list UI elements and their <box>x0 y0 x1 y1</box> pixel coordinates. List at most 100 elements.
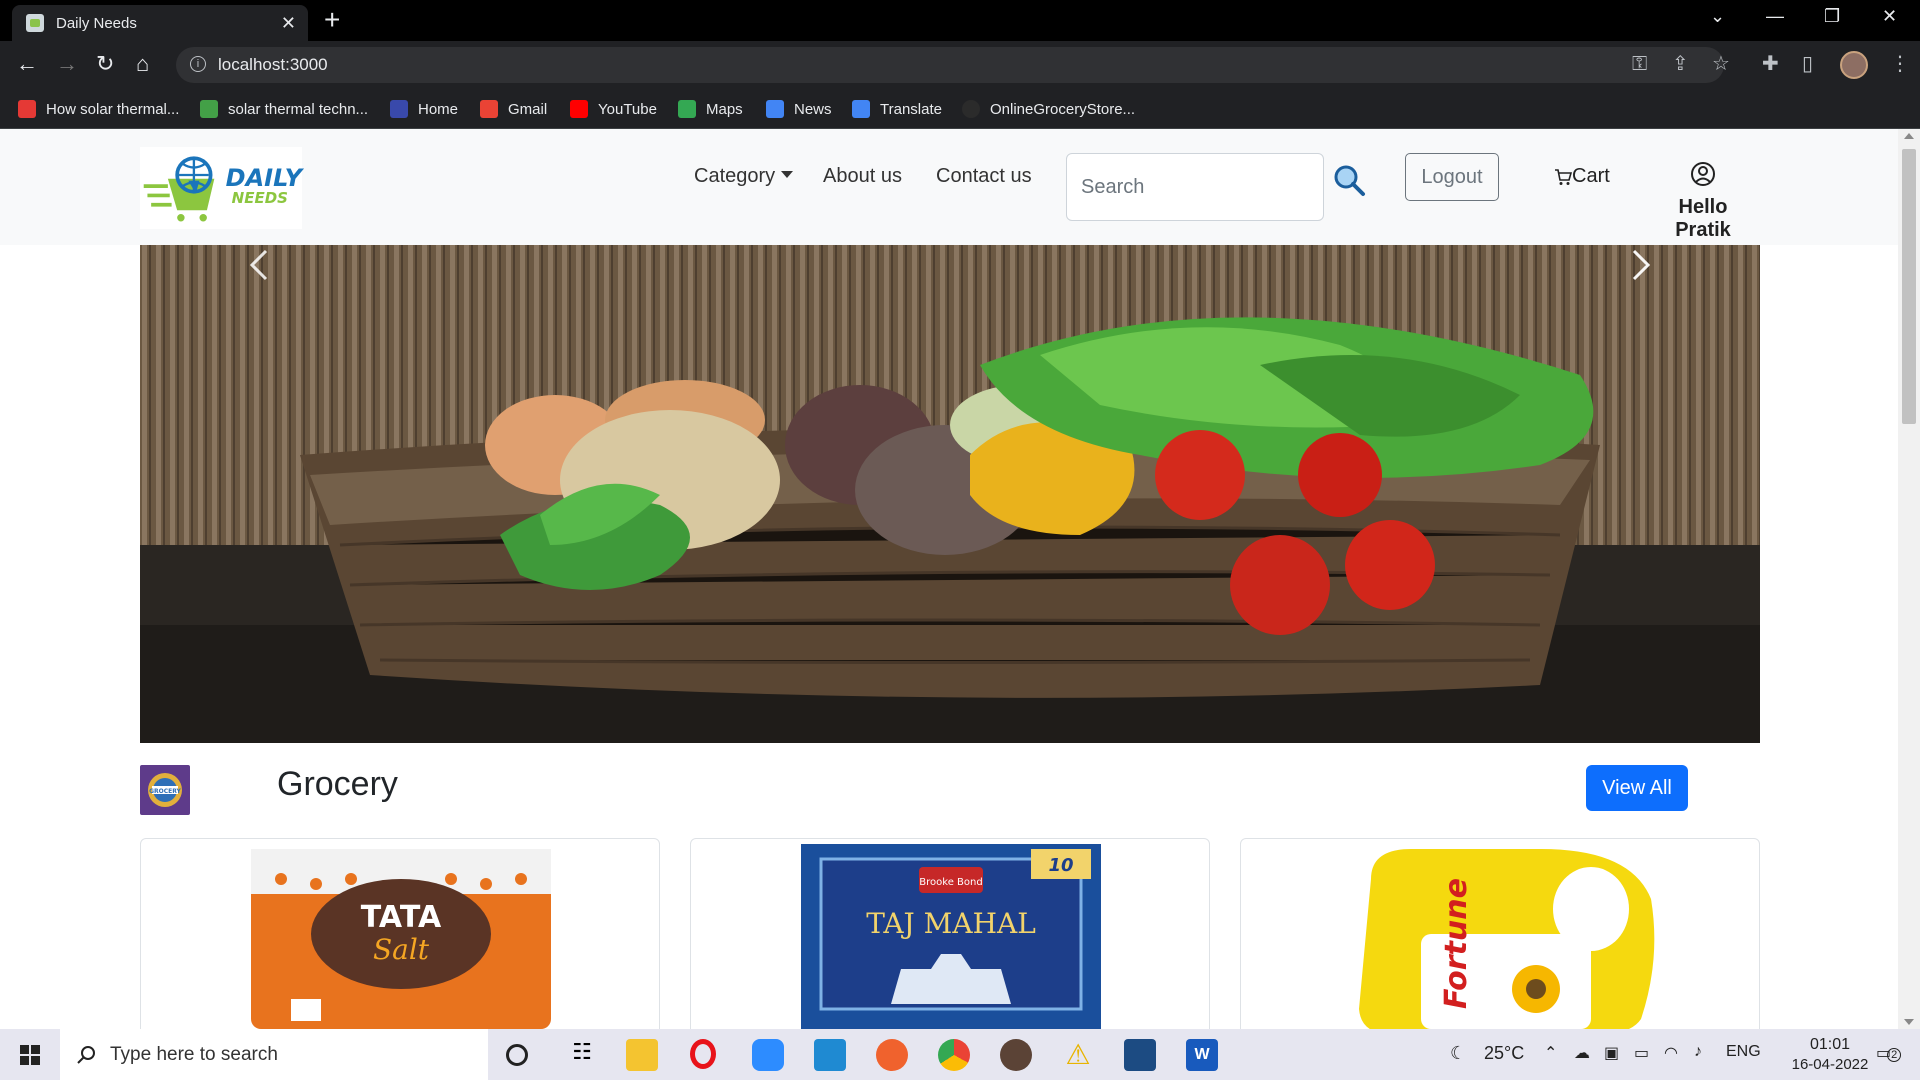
taskbar-search-box[interactable]: Type here to search <box>60 1029 488 1080</box>
zoom-icon[interactable] <box>752 1039 784 1071</box>
address-bar[interactable]: i localhost:3000 <box>176 47 1724 83</box>
home-icon[interactable]: ⌂ <box>136 53 149 75</box>
browser-tab[interactable]: Daily Needs ✕ <box>12 5 308 41</box>
clock[interactable]: 01:01 16-04-2022 <box>1790 1035 1870 1075</box>
display-icon[interactable]: ▣ <box>1604 1043 1619 1063</box>
search-icon <box>77 1046 95 1064</box>
cart-link[interactable]: Cart <box>1554 165 1610 188</box>
bookmark-item[interactable]: Translate <box>852 89 942 129</box>
bookmark-favicon-icon <box>200 100 218 118</box>
menu-kebab-icon[interactable]: ⋮ <box>1890 53 1910 75</box>
cart-label: Cart <box>1572 165 1610 187</box>
notifications-icon[interactable]: ▭2 <box>1876 1043 1902 1063</box>
nav-category-dropdown[interactable]: Category <box>694 165 794 188</box>
product-name: TAJ MAHAL <box>866 907 1036 940</box>
weather-temp[interactable]: 25°C <box>1484 1043 1524 1064</box>
notification-count: 2 <box>1887 1048 1902 1062</box>
key-icon[interactable]: ⚿ <box>1632 53 1647 75</box>
logo-wordmark: DAILY NEEDS <box>225 164 302 207</box>
volume-icon[interactable]: ♪ <box>1694 1043 1702 1061</box>
brave-icon[interactable] <box>876 1039 908 1071</box>
scroll-down-icon[interactable] <box>1904 1019 1914 1025</box>
share-icon[interactable]: ⇪ <box>1672 53 1689 75</box>
translate-icon <box>852 100 870 118</box>
new-tab-button[interactable]: + <box>324 6 340 34</box>
page-scrollbar[interactable] <box>1898 129 1920 1029</box>
mysql-workbench-icon[interactable] <box>1124 1039 1156 1071</box>
search-icon[interactable] <box>1332 163 1366 197</box>
onedrive-icon[interactable]: ☁ <box>1574 1043 1590 1063</box>
opera-icon[interactable] <box>690 1039 716 1069</box>
logout-button[interactable]: Logout <box>1405 153 1499 201</box>
bookmark-item[interactable]: Home <box>390 89 458 129</box>
site-navbar: DAILY NEEDS Category About us Contact us… <box>0 129 1898 245</box>
product-card[interactable]: 10 Brooke Bond TAJ MAHAL <box>690 838 1210 1029</box>
profile-avatar[interactable] <box>1840 51 1868 79</box>
back-icon[interactable]: ← <box>16 53 38 75</box>
warning-app-icon[interactable]: ⚠ <box>1062 1039 1094 1071</box>
hero-carousel <box>140 245 1760 743</box>
gmail-icon <box>480 100 498 118</box>
bookmark-item[interactable]: OnlineGroceryStore... <box>962 89 1135 129</box>
tray-chevron-icon[interactable]: ⌃ <box>1544 1043 1557 1063</box>
chrome-icon[interactable] <box>938 1039 970 1071</box>
tab-search-chevron-icon[interactable]: ⌄ <box>1710 6 1725 27</box>
windows-start-icon[interactable] <box>20 1045 40 1065</box>
bookmark-star-icon[interactable]: ☆ <box>1712 53 1730 75</box>
grocery-badge-text: GROCERY <box>149 788 181 795</box>
restore-icon[interactable]: ❐ <box>1824 6 1840 27</box>
bookmark-favicon-icon <box>18 100 36 118</box>
language-indicator[interactable]: ENG <box>1726 1043 1761 1061</box>
bookmark-item[interactable]: Maps <box>678 89 743 129</box>
user-profile[interactable]: Hello Pratik <box>1648 161 1758 242</box>
view-all-button[interactable]: View All <box>1586 765 1688 811</box>
youtube-icon <box>570 100 588 118</box>
minimize-icon[interactable]: — <box>1766 6 1784 27</box>
site-logo[interactable]: DAILY NEEDS <box>140 147 302 229</box>
bookmark-item[interactable]: How solar thermal... <box>18 89 179 129</box>
user-greeting: Hello Pratik <box>1675 196 1731 241</box>
product-card[interactable]: TATA Salt <box>140 838 660 1029</box>
bookmark-item[interactable]: Gmail <box>480 89 547 129</box>
extensions-icon[interactable]: ✚ <box>1762 53 1779 75</box>
window-close-icon[interactable]: ✕ <box>1882 6 1897 27</box>
url-text: localhost:3000 <box>218 55 328 74</box>
file-explorer-icon[interactable] <box>626 1039 658 1071</box>
product-brand: Fortune <box>1439 878 1474 1009</box>
tab-close-icon[interactable]: ✕ <box>281 13 296 34</box>
site-info-icon[interactable]: i <box>190 56 206 72</box>
reload-icon[interactable]: ↻ <box>96 53 114 75</box>
side-panel-icon[interactable]: ▯ <box>1802 53 1813 75</box>
search-input[interactable] <box>1066 153 1324 221</box>
shopping-cart-logo-icon <box>143 156 215 222</box>
carousel-next-icon[interactable] <box>1620 245 1660 285</box>
task-view-icon[interactable]: ☷ <box>566 1039 598 1071</box>
wifi-icon[interactable]: ◠ <box>1664 1043 1678 1063</box>
product-card[interactable]: Fortune <box>1240 838 1760 1029</box>
clock-date: 16-04-2022 <box>1791 1056 1869 1073</box>
news-icon <box>766 100 784 118</box>
product-name: Salt <box>373 933 430 966</box>
vscode-icon[interactable] <box>814 1039 846 1071</box>
browser-tab-strip: Daily Needs ✕ + ⌄ — ❐ ✕ <box>0 0 1920 41</box>
bookmark-item[interactable]: News <box>766 89 832 129</box>
product-brand: Brooke Bond <box>919 877 982 888</box>
bookmark-item[interactable]: solar thermal techn... <box>200 89 368 129</box>
bookmark-item[interactable]: YouTube <box>570 89 657 129</box>
user-circle-icon <box>1691 162 1715 186</box>
scrollbar-thumb[interactable] <box>1902 149 1916 424</box>
forward-icon[interactable]: → <box>56 53 78 75</box>
cortana-icon[interactable] <box>506 1044 528 1066</box>
battery-icon[interactable]: ▭ <box>1634 1043 1649 1063</box>
app-icon[interactable] <box>1000 1039 1032 1071</box>
word-icon[interactable]: W <box>1186 1039 1218 1071</box>
cart-icon <box>1555 168 1572 185</box>
tata-salt-image: TATA Salt <box>251 849 551 1029</box>
carousel-prev-icon[interactable] <box>240 245 280 285</box>
nav-contact-link[interactable]: Contact us <box>936 165 1032 188</box>
maps-icon <box>678 100 696 118</box>
scroll-up-icon[interactable] <box>1904 133 1914 139</box>
web-page: DAILY NEEDS Category About us Contact us… <box>0 129 1898 1029</box>
product-badge: 10 <box>1048 855 1073 876</box>
nav-about-link[interactable]: About us <box>823 165 902 188</box>
